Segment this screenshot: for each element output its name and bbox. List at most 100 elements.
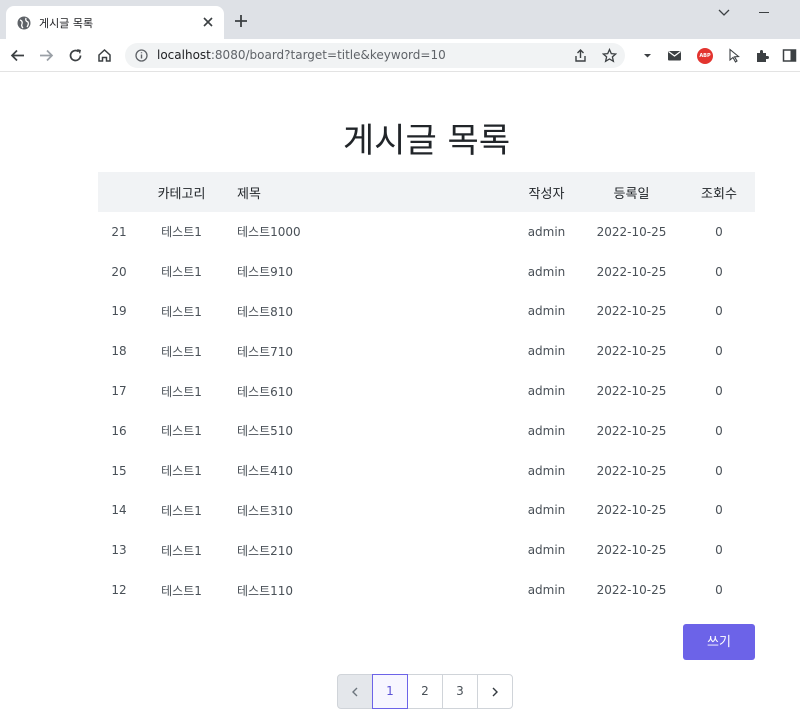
cell-date: 2022-10-25 bbox=[596, 583, 667, 598]
cell-no: 21 bbox=[111, 224, 127, 239]
cell-views: 0 bbox=[715, 463, 723, 478]
browser-tab[interactable]: 게시글 목록 bbox=[6, 6, 224, 39]
plus-icon[interactable] bbox=[234, 14, 248, 28]
table-row[interactable]: 21 테스트1 테스트1000 admin 2022-10-25 0 bbox=[98, 212, 755, 252]
cell-views: 0 bbox=[715, 543, 723, 558]
post-table: 카테고리 제목 작성자 등록일 조회수 21 테스트1 테스트1000 admi… bbox=[98, 172, 755, 610]
cell-title-link[interactable]: 테스트510 bbox=[223, 411, 513, 451]
cell-writer: admin bbox=[527, 503, 566, 518]
cell-no: 16 bbox=[111, 423, 127, 438]
cell-category: 테스트1 bbox=[161, 225, 202, 240]
tab-title: 게시글 목록 bbox=[39, 17, 94, 30]
table-row[interactable]: 20 테스트1 테스트910 admin 2022-10-25 0 bbox=[98, 252, 755, 292]
url-text: localhost:8080/board?target=title&keywor… bbox=[157, 48, 446, 62]
cell-category: 테스트1 bbox=[161, 543, 202, 558]
header-title: 제목 bbox=[237, 186, 261, 202]
cell-no: 12 bbox=[111, 583, 127, 598]
pagination-next-button[interactable] bbox=[477, 674, 513, 709]
chevron-down-icon[interactable] bbox=[718, 9, 730, 17]
cell-category: 테스트1 bbox=[161, 583, 202, 598]
minimize-icon[interactable] bbox=[759, 12, 769, 13]
table-row[interactable]: 16 테스트1 테스트510 admin 2022-10-25 0 bbox=[98, 411, 755, 451]
pagination-page-3[interactable]: 3 bbox=[442, 674, 478, 709]
cell-no: 17 bbox=[111, 384, 127, 399]
header-views: 조회수 bbox=[701, 186, 737, 202]
pagination-page-1[interactable]: 1 bbox=[372, 674, 408, 709]
cell-date: 2022-10-25 bbox=[596, 224, 667, 239]
reload-icon[interactable] bbox=[68, 48, 83, 63]
cell-title-link[interactable]: 테스트310 bbox=[223, 491, 513, 531]
header-no bbox=[98, 172, 140, 212]
cell-category: 테스트1 bbox=[161, 265, 202, 280]
header-category: 카테고리 bbox=[157, 186, 206, 202]
header-writer: 작성자 bbox=[528, 186, 565, 202]
cell-title-link[interactable]: 테스트810 bbox=[223, 292, 513, 332]
cell-date: 2022-10-25 bbox=[596, 463, 667, 478]
page-title: 게시글 목록 bbox=[342, 121, 511, 161]
home-icon[interactable] bbox=[97, 48, 112, 63]
table-row[interactable]: 14 테스트1 테스트310 admin 2022-10-25 0 bbox=[98, 491, 755, 531]
cell-category: 테스트1 bbox=[161, 304, 202, 319]
header-date: 등록일 bbox=[613, 186, 650, 202]
table-row[interactable]: 19 테스트1 테스트810 admin 2022-10-25 0 bbox=[98, 292, 755, 332]
cell-title-link[interactable]: 테스트610 bbox=[223, 371, 513, 411]
adblock-icon[interactable]: ABP bbox=[697, 48, 713, 64]
chevron-right-icon bbox=[492, 687, 498, 697]
cell-views: 0 bbox=[715, 224, 723, 239]
puzzle-icon[interactable] bbox=[755, 48, 770, 63]
pagination-prev-button[interactable] bbox=[337, 674, 373, 709]
table-row[interactable]: 17 테스트1 테스트610 admin 2022-10-25 0 bbox=[98, 371, 755, 411]
cell-category: 테스트1 bbox=[161, 503, 202, 518]
browser-toolbar: localhost:8080/board?target=title&keywor… bbox=[0, 39, 800, 72]
globe-icon bbox=[17, 16, 31, 30]
mail-icon[interactable] bbox=[667, 48, 682, 63]
cell-date: 2022-10-25 bbox=[596, 344, 667, 359]
cell-writer: admin bbox=[527, 543, 566, 558]
cell-views: 0 bbox=[715, 384, 723, 399]
cursor-extension-icon[interactable] bbox=[727, 48, 742, 63]
cell-category: 테스트1 bbox=[161, 384, 202, 399]
forward-arrow-icon[interactable] bbox=[39, 48, 54, 63]
write-button[interactable]: 쓰기 bbox=[683, 624, 755, 660]
cell-no: 15 bbox=[111, 463, 127, 478]
cell-category: 테스트1 bbox=[161, 424, 202, 439]
share-icon[interactable] bbox=[573, 48, 588, 63]
menu-caret-icon[interactable] bbox=[640, 48, 655, 63]
cell-no: 13 bbox=[111, 543, 127, 558]
cell-writer: admin bbox=[527, 264, 566, 279]
cell-date: 2022-10-25 bbox=[596, 304, 667, 319]
info-icon[interactable] bbox=[135, 49, 148, 62]
cell-title-link[interactable]: 테스트710 bbox=[223, 331, 513, 371]
cell-writer: admin bbox=[527, 384, 566, 399]
cell-writer: admin bbox=[527, 344, 566, 359]
table-row[interactable]: 13 테스트1 테스트210 admin 2022-10-25 0 bbox=[98, 530, 755, 570]
table-row[interactable]: 12 테스트1 테스트110 admin 2022-10-25 0 bbox=[98, 570, 755, 610]
cell-writer: admin bbox=[527, 583, 566, 598]
cell-date: 2022-10-25 bbox=[596, 264, 667, 279]
cell-title-link[interactable]: 테스트410 bbox=[223, 451, 513, 491]
table-row[interactable]: 15 테스트1 테스트410 admin 2022-10-25 0 bbox=[98, 451, 755, 491]
cell-date: 2022-10-25 bbox=[596, 543, 667, 558]
side-panel-icon[interactable] bbox=[782, 48, 797, 63]
url-host: localhost bbox=[157, 48, 211, 62]
table-row[interactable]: 18 테스트1 테스트710 admin 2022-10-25 0 bbox=[98, 331, 755, 371]
cell-views: 0 bbox=[715, 344, 723, 359]
star-icon[interactable] bbox=[602, 48, 617, 63]
cell-no: 14 bbox=[111, 503, 127, 518]
cell-title-link[interactable]: 테스트910 bbox=[223, 252, 513, 292]
browser-tab-strip: 게시글 목록 bbox=[0, 0, 800, 39]
close-icon[interactable] bbox=[202, 16, 214, 28]
address-bar[interactable]: localhost:8080/board?target=title&keywor… bbox=[125, 43, 625, 68]
cell-title-link[interactable]: 테스트110 bbox=[223, 570, 513, 610]
cell-writer: admin bbox=[527, 463, 566, 478]
cell-category: 테스트1 bbox=[161, 464, 202, 479]
cell-views: 0 bbox=[715, 304, 723, 319]
cell-writer: admin bbox=[527, 304, 566, 319]
cell-title-link[interactable]: 테스트210 bbox=[223, 530, 513, 570]
cell-no: 20 bbox=[111, 264, 127, 279]
url-path: :8080/board?target=title&keyword=10 bbox=[210, 48, 446, 62]
pagination-page-2[interactable]: 2 bbox=[407, 674, 443, 709]
back-arrow-icon[interactable] bbox=[10, 48, 25, 63]
cell-title-link[interactable]: 테스트1000 bbox=[223, 212, 513, 252]
cell-category: 테스트1 bbox=[161, 344, 202, 359]
